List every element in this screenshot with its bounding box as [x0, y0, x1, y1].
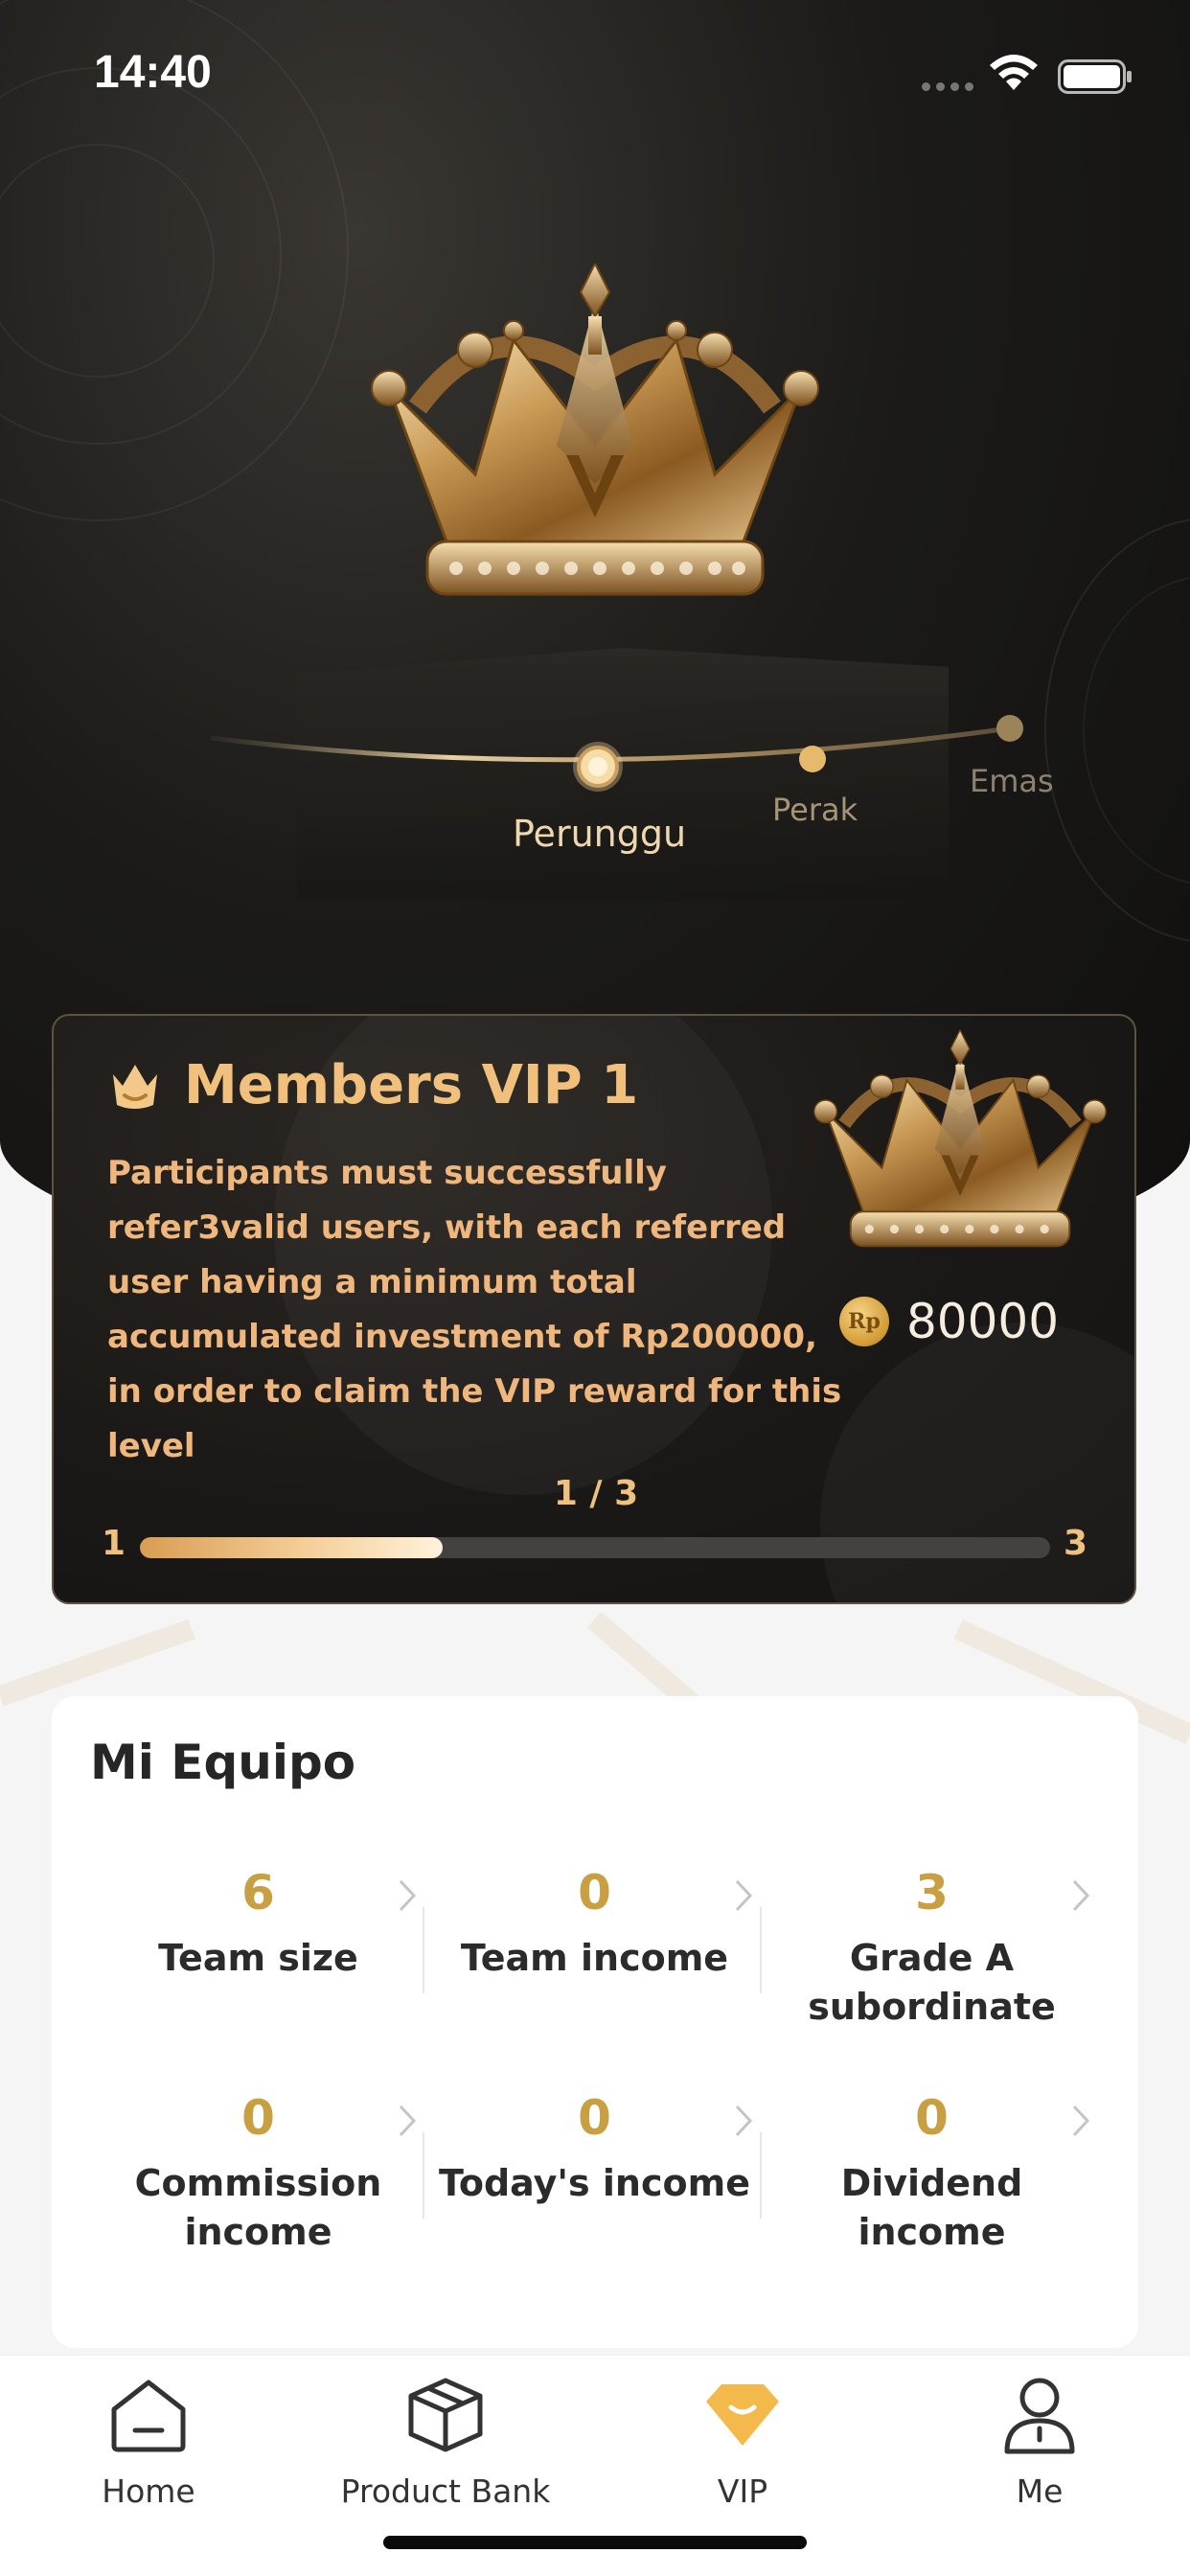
- vip-diamond-icon: [594, 2371, 891, 2459]
- chevron-right-icon: [1072, 1879, 1090, 1912]
- stat-label: Grade A subordinate: [808, 1937, 1056, 2028]
- stat-value: 3: [915, 1865, 949, 1920]
- vip-progress-max: 3: [1064, 1524, 1088, 1563]
- home-indicator: [383, 2536, 807, 2549]
- divider: [760, 1907, 762, 1993]
- home-icon: [0, 2371, 297, 2459]
- team-title: Mi Equipo: [90, 1735, 356, 1790]
- stat-todays-income[interactable]: 0 Today's income: [426, 2084, 763, 2208]
- vip-reward: Rp 80000: [839, 1294, 1059, 1349]
- stat-value: 0: [241, 2090, 275, 2146]
- tab-label: Me: [1016, 2472, 1064, 2510]
- vip-title-row: Members VIP 1: [107, 1054, 638, 1116]
- tab-label: Home: [102, 2472, 195, 2510]
- chevron-right-icon: [399, 1879, 417, 1912]
- vip-requirement-text: Participants must successfully refer3val…: [107, 1154, 842, 1465]
- vip-progress-text: 1 / 3: [553, 1474, 639, 1513]
- chevron-right-icon: [399, 2104, 417, 2137]
- chevron-right-icon: [735, 2104, 753, 2137]
- cellular-signal-icon: [922, 82, 973, 91]
- level-label: Emas: [970, 763, 1054, 799]
- stat-commission-income[interactable]: 0 Commission income: [90, 2084, 426, 2257]
- crown-badge-icon: [113, 1064, 157, 1109]
- tab-label: Product Bank: [340, 2472, 551, 2510]
- team-card: Mi Equipo 6 Team size 0 Team income 3 Gr…: [52, 1696, 1138, 2348]
- tab-label: VIP: [717, 2472, 768, 2510]
- card-decoration: [820, 1322, 1134, 1602]
- stat-label: Dividend income: [840, 2162, 1023, 2253]
- stat-team-income[interactable]: 0 Team income: [426, 1859, 763, 1983]
- vip-reward-amount: 80000: [906, 1294, 1060, 1349]
- stat-value: 0: [578, 1865, 611, 1920]
- divider: [760, 2132, 762, 2219]
- vip-progress-bar: [140, 1537, 1050, 1558]
- tab-home[interactable]: Home: [0, 2371, 297, 2510]
- crown-illustration: [371, 264, 819, 596]
- status-bar: 14:40: [0, 0, 1190, 144]
- stat-value: 0: [915, 2090, 949, 2146]
- stat-value: 6: [241, 1865, 275, 1920]
- stat-label: Today's income: [439, 2162, 750, 2204]
- tab-product-bank[interactable]: Product Bank: [297, 2371, 594, 2510]
- vip-progress-min: 1: [102, 1524, 126, 1563]
- stat-grade-a-subordinate[interactable]: 3 Grade A subordinate: [764, 1859, 1100, 2032]
- stat-label: Team income: [460, 1937, 729, 1979]
- rp-coin-icon: Rp: [839, 1297, 889, 1346]
- stat-label: Commission income: [134, 2162, 382, 2253]
- divider: [423, 1907, 424, 1993]
- stat-label: Team size: [158, 1937, 358, 1979]
- battery-icon: [1058, 59, 1132, 94]
- vip-progress-fill: [140, 1537, 444, 1558]
- tab-me[interactable]: Me: [891, 2371, 1188, 2510]
- vip-level-card: Members VIP 1 Participants must successf…: [52, 1014, 1136, 1604]
- chevron-right-icon: [1072, 2104, 1090, 2137]
- wifi-icon: [990, 55, 1038, 90]
- tab-vip[interactable]: VIP: [594, 2371, 891, 2510]
- status-time: 14:40: [94, 47, 212, 98]
- vip-title: Members VIP 1: [184, 1054, 639, 1116]
- divider: [423, 2132, 424, 2219]
- box-icon: [297, 2371, 594, 2459]
- stat-team-size[interactable]: 6 Team size: [90, 1859, 426, 1983]
- user-icon: [891, 2371, 1188, 2459]
- stat-dividend-income[interactable]: 0 Dividend income: [764, 2084, 1100, 2257]
- chevron-right-icon: [735, 1879, 753, 1912]
- crown-illustration: [813, 1029, 1107, 1248]
- stat-value: 0: [578, 2090, 611, 2146]
- level-label: Perak: [772, 792, 858, 828]
- level-label-current: Perunggu: [513, 813, 687, 855]
